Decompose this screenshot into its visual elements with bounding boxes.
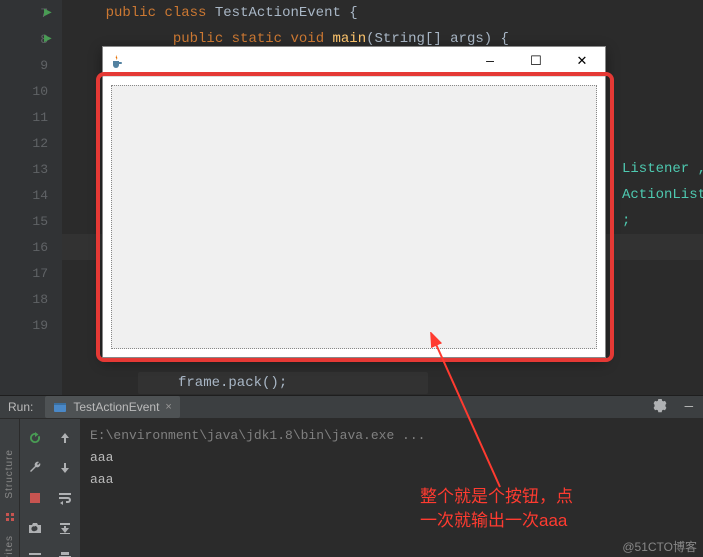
annotation-line: 一次就输出一次aaa	[420, 509, 573, 533]
console-line: aaa	[90, 469, 693, 491]
line-number: 16	[0, 234, 62, 260]
code-token: class	[164, 5, 206, 21]
minimize-button[interactable]: —	[467, 47, 513, 76]
line-number: 12	[0, 130, 62, 156]
window-controls: — ☐ ✕	[467, 47, 605, 76]
code-token	[206, 5, 214, 21]
code-tail-token: ;	[622, 208, 703, 234]
console-line: E:\environment\java\jdk1.8\bin\java.exe …	[90, 425, 693, 447]
close-button[interactable]: ✕	[559, 47, 605, 76]
run-label: Run:	[8, 400, 33, 414]
code-line[interactable]: public class TestActionEvent {	[62, 0, 703, 26]
line-number-gutter: 7▶8▶910111213141516171819	[0, 0, 62, 395]
line-number: 8▶	[0, 26, 62, 52]
run-header: Run: TestActionEvent × —	[0, 396, 703, 419]
console-output[interactable]: E:\environment\java\jdk1.8\bin\java.exe …	[80, 419, 703, 557]
java-cup-icon	[109, 54, 125, 70]
console-line: aaa	[90, 447, 693, 469]
structure-tool-label[interactable]: Structure	[4, 449, 15, 499]
line-number: 11	[0, 104, 62, 130]
run-body: Structure orites E:\environment\java\jdk…	[0, 419, 703, 557]
line-number: 7▶	[0, 0, 62, 26]
code-tail-token: ActionList	[622, 182, 703, 208]
watermark: @51CTO博客	[622, 538, 697, 555]
structure-dot-icon	[6, 513, 14, 521]
annotation-line: 整个就是个按钮，点	[420, 485, 573, 509]
run-gutter-icon[interactable]: ▶	[44, 7, 52, 19]
rerun-button[interactable]	[24, 427, 46, 449]
code-fragment-visible: frame.pack();	[138, 372, 428, 394]
code-token: [] args) {	[425, 31, 509, 47]
line-number: 15	[0, 208, 62, 234]
print-icon[interactable]	[54, 547, 76, 557]
code-token: String	[375, 31, 425, 47]
code-token: TestActionEvent	[215, 5, 341, 21]
line-number: 17	[0, 260, 62, 286]
line-number: 10	[0, 78, 62, 104]
run-toolbar-col2	[50, 419, 80, 557]
ide-root: 7▶8▶910111213141516171819 public class T…	[0, 0, 703, 557]
run-tab[interactable]: TestActionEvent ×	[45, 396, 179, 418]
run-tool-window: Run: TestActionEvent × — Structure orite…	[0, 395, 703, 557]
window-content-button[interactable]	[111, 85, 597, 349]
java-swing-window[interactable]: — ☐ ✕	[102, 46, 606, 358]
code-token: void	[290, 31, 324, 47]
run-gutter-icon[interactable]: ▶	[44, 33, 52, 45]
code-token: static	[232, 31, 282, 47]
hide-panel-icon[interactable]: —	[685, 399, 693, 415]
code-token: public	[173, 31, 223, 47]
up-arrow-icon[interactable]	[54, 427, 76, 449]
code-token: frame.pack();	[178, 375, 287, 391]
wrench-icon[interactable]	[24, 457, 46, 479]
line-number: 19	[0, 312, 62, 338]
close-tab-icon[interactable]: ×	[165, 401, 171, 413]
window-titlebar[interactable]: — ☐ ✕	[103, 47, 605, 77]
down-arrow-icon[interactable]	[54, 457, 76, 479]
run-config-icon	[53, 400, 67, 414]
code-token: (	[366, 31, 374, 47]
left-toolstrip: Structure orites	[0, 419, 20, 557]
line-number: 18	[0, 286, 62, 312]
soft-wrap-icon[interactable]	[54, 487, 76, 509]
line-number: 14	[0, 182, 62, 208]
annotation-text: 整个就是个按钮，点 一次就输出一次aaa	[420, 485, 573, 533]
code-token	[223, 31, 231, 47]
code-token: main	[333, 31, 367, 47]
camera-icon[interactable]	[24, 517, 46, 539]
maximize-button[interactable]: ☐	[513, 47, 559, 76]
code-tail-token: Listener ,	[622, 156, 703, 182]
code-token: {	[341, 5, 358, 21]
line-number: 9	[0, 52, 62, 78]
run-toolbar-col1	[20, 419, 50, 557]
run-tab-label: TestActionEvent	[73, 400, 159, 414]
code-tail-fragment: Listener ,ActionList;	[622, 156, 703, 234]
code-token: public	[106, 5, 156, 21]
layout-icon[interactable]	[24, 547, 46, 557]
scroll-to-end-icon[interactable]	[54, 517, 76, 539]
gear-icon[interactable]	[651, 397, 667, 418]
stop-button[interactable]	[24, 487, 46, 509]
code-token	[324, 31, 332, 47]
line-number: 13	[0, 156, 62, 182]
favorites-tool-label[interactable]: orites	[4, 535, 15, 557]
